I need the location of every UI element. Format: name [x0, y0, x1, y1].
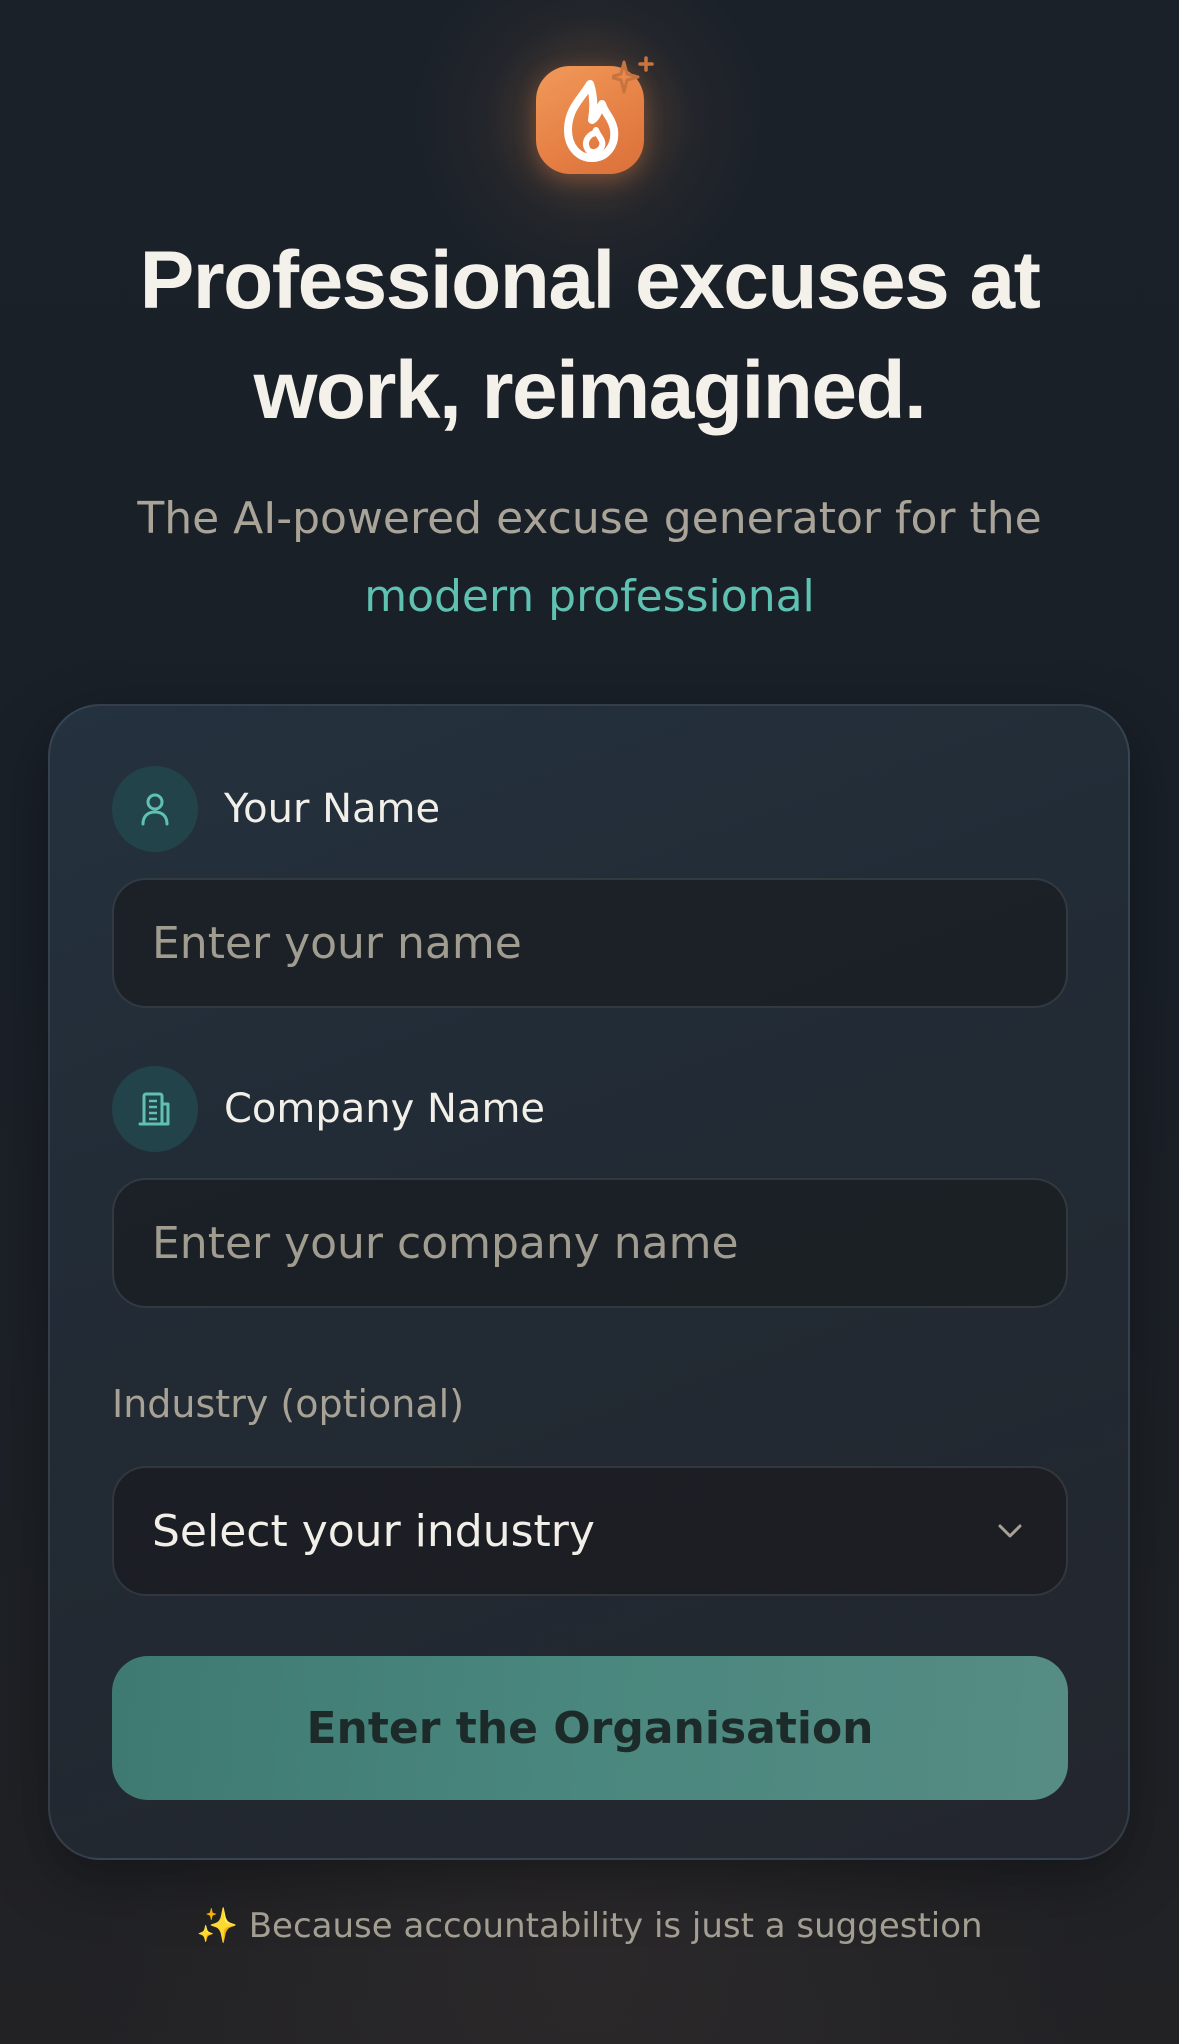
name-input[interactable] — [112, 878, 1068, 1008]
name-label-text: Your Name — [224, 786, 441, 832]
user-icon-badge — [112, 766, 198, 852]
signup-card: Your Name Company Name Industry (optiona… — [48, 704, 1130, 1860]
user-icon — [141, 793, 169, 826]
industry-label: Industry (optional) — [112, 1382, 465, 1426]
chevron-down-icon — [998, 1524, 1022, 1538]
app-logo — [476, 6, 704, 234]
building-icon — [138, 1092, 170, 1126]
industry-select-value: Select your industry — [152, 1505, 595, 1557]
company-input[interactable] — [112, 1178, 1068, 1308]
page-headline: Professional excuses at work, reimagined… — [139, 235, 1041, 436]
footer-tagline: ✨ Because accountability is just a sugges… — [0, 1906, 1179, 1946]
sparkles-icon: ✨ — [196, 1906, 239, 1946]
page-subtitle: The AI-powered excuse generator for the … — [90, 480, 1089, 636]
sparkle-icon — [612, 56, 654, 94]
building-icon-badge — [112, 1066, 198, 1152]
name-field-label: Your Name — [112, 766, 440, 852]
company-label-text: Company Name — [224, 1086, 546, 1132]
subtitle-accent: modern professional — [364, 571, 815, 622]
enter-organisation-button[interactable]: Enter the Organisation — [112, 1656, 1068, 1800]
industry-select[interactable]: Select your industry — [112, 1466, 1068, 1596]
footer-text: Because accountability is just a suggest… — [248, 1906, 983, 1946]
subtitle-text: The AI-powered excuse generator for the — [137, 493, 1042, 544]
company-field-label: Company Name — [112, 1066, 545, 1152]
